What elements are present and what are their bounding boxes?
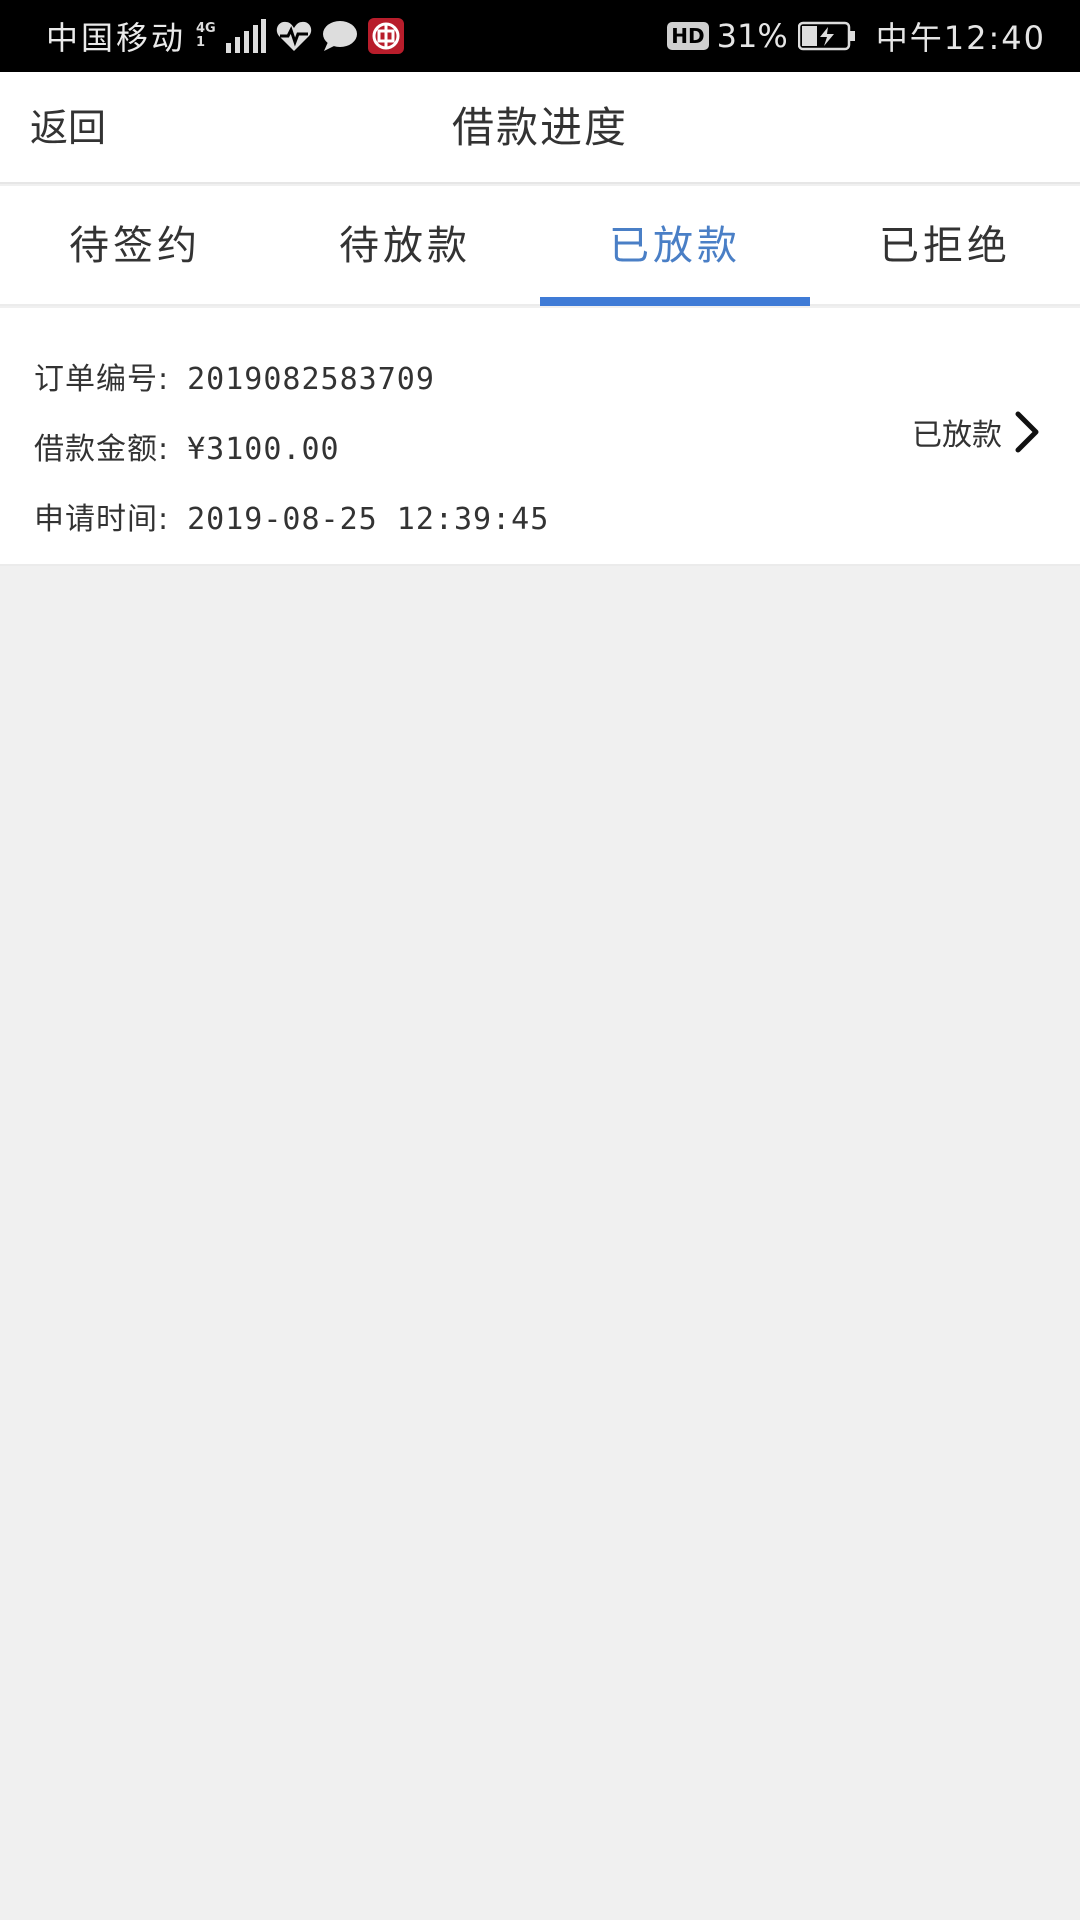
network-type: 4G	[196, 21, 216, 36]
hd-badge: HD	[667, 22, 709, 50]
carrier-name: 中国移动	[46, 19, 187, 57]
status-bar-right: HD 31% 中午12:40	[667, 13, 1046, 59]
loan-amount-row: 借款金额: ¥3100.00	[34, 424, 340, 468]
apply-time-label: 申请时间:	[34, 502, 170, 537]
tab-pending-sign[interactable]: 待签约	[0, 186, 270, 304]
apply-time-row: 申请时间: 2019-08-25 12:39:45	[34, 494, 549, 538]
network-indicator: 4G 1	[196, 22, 216, 50]
heart-icon	[276, 20, 312, 52]
battery-percent: 31%	[716, 17, 788, 55]
tab-disbursed[interactable]: 已放款	[540, 186, 810, 306]
status-bar: 中国移动 4G 1 HD 31% 中午12:40	[0, 0, 1080, 72]
status-bar-left: 中国移动 4G 1	[46, 13, 404, 59]
order-status-link[interactable]: 已放款	[912, 410, 1040, 454]
order-number-label: 订单编号:	[34, 362, 170, 397]
clock: 中午12:40	[875, 19, 1046, 57]
battery-charging-icon	[797, 21, 856, 51]
signal-icon	[225, 19, 266, 53]
chevron-right-icon	[1014, 411, 1040, 453]
nav-bar: 借款进度 返回	[0, 72, 1080, 184]
order-card[interactable]: 订单编号: 2019082583709 借款金额: ¥3100.00 申请时间: 20…	[0, 308, 1080, 566]
tab-pending-disburse[interactable]: 待放款	[270, 186, 540, 304]
order-number-row: 订单编号: 2019082583709	[34, 354, 435, 398]
network-sim: 1	[196, 35, 206, 50]
message-icon	[322, 20, 358, 52]
loan-amount-label: 借款金额:	[34, 432, 170, 467]
loan-amount-value: ¥3100.00	[187, 432, 340, 467]
bank-app-icon	[367, 18, 404, 54]
apply-time-value: 2019-08-25 12:39:45	[187, 502, 550, 537]
order-number-value: 2019082583709	[187, 362, 435, 397]
page-title: 借款进度	[451, 103, 628, 152]
status-tabs: 待签约 待放款 已放款 已拒绝	[0, 186, 1080, 306]
tab-rejected[interactable]: 已拒绝	[810, 186, 1080, 304]
order-status: 已放款	[912, 418, 1002, 453]
back-button[interactable]: 返回	[30, 72, 106, 184]
